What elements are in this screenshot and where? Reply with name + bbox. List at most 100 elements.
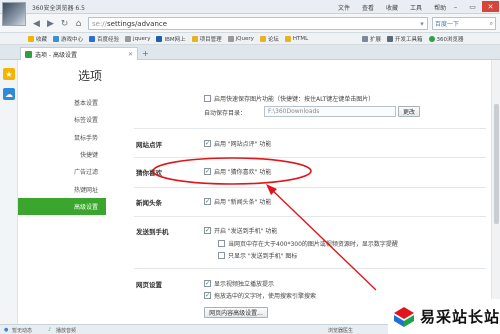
news-label: 启用 "新闻头条" 功能: [214, 199, 272, 206]
new-tab-icon[interactable]: +: [142, 49, 154, 58]
send-phone-sub2-checkbox[interactable]: [218, 252, 225, 259]
menu-help[interactable]: 帮助: [434, 3, 446, 12]
page-opt2-option[interactable]: ✓ 拖放选中的文字时，使用搜索引擎搜索: [204, 291, 316, 300]
settings-tab-icon: [25, 50, 32, 58]
bookmark-item[interactable]: 论坛: [259, 35, 279, 43]
home-icon[interactable]: ⌂: [72, 17, 85, 30]
back-icon[interactable]: ◀: [30, 17, 43, 30]
nav-ad-filter[interactable]: 广告过滤: [18, 163, 106, 180]
watermark-text: 易采站长站: [420, 308, 500, 326]
forward-icon[interactable]: ▶: [44, 17, 57, 30]
section-page-settings: 网页设置: [136, 281, 162, 289]
menu-tools[interactable]: 工具: [410, 3, 422, 12]
watermark-logo-icon: [394, 306, 414, 327]
section-guess-like: 猜你喜欢: [136, 169, 162, 177]
save-dir-field[interactable]: F:\360Downloads: [264, 106, 396, 117]
browser-button[interactable]: 360浏览器: [428, 35, 464, 43]
url-prefix: se://: [92, 19, 108, 28]
page-opt2-checkbox[interactable]: ✓: [204, 292, 211, 299]
save-dir-label: 自动保存目录：: [204, 110, 247, 117]
side-panel: ★ ☁: [0, 60, 18, 324]
bookmark-item[interactable]: 收藏: [28, 35, 47, 43]
app-title: 360安全浏览器 6.5: [32, 5, 85, 12]
bookmark-item[interactable]: jquery: [125, 35, 150, 42]
news-checkbox[interactable]: ✓: [204, 198, 211, 205]
bookmark-item[interactable]: 项目管理: [191, 35, 222, 43]
page-opt1-checkbox[interactable]: ✓: [204, 280, 211, 287]
send-phone-sub2-option[interactable]: 只显示 "发送到手机" 图标: [218, 251, 297, 260]
url-input[interactable]: se://settings/advance ▾: [88, 17, 428, 30]
dropdown-icon[interactable]: ▾: [417, 20, 427, 28]
guess-like-label: 启用 "猜你喜欢" 功能: [214, 169, 272, 176]
site-review-option[interactable]: ✓ 启用 "网站点评" 功能: [204, 139, 271, 148]
scrollbar-thumb[interactable]: [494, 104, 499, 224]
bookmark-item[interactable]: jQuery: [227, 35, 254, 42]
menu-file[interactable]: 文件: [338, 3, 350, 12]
bookmark-item[interactable]: 游戏中心: [53, 35, 83, 43]
window-menu: 文件 查看 收藏 工具 帮助: [338, 3, 446, 12]
status-right[interactable]: 浏览器医生: [328, 327, 353, 334]
page-title: 选项: [78, 69, 103, 83]
minimize-icon[interactable]: –: [448, 1, 463, 12]
avatar[interactable]: [2, 2, 26, 26]
news-option[interactable]: ✓ 启用 "新闻头条" 功能: [204, 197, 271, 206]
refresh-icon[interactable]: ↻: [58, 17, 71, 30]
save-dir-row: 自动保存目录：: [204, 108, 246, 117]
bookmark-item[interactable]: HTML: [284, 35, 308, 42]
nav-advanced[interactable]: 高级设置: [18, 197, 106, 216]
maximize-icon[interactable]: ▭: [465, 1, 480, 12]
divider: [134, 128, 486, 129]
send-phone-sub1-option[interactable]: 当网页中存在大于400*300的图片或视频资源时，显示数字提醒: [218, 239, 398, 248]
menu-view[interactable]: 查看: [362, 3, 374, 12]
devtools-button[interactable]: 开发工具箱: [387, 35, 423, 43]
tab-close-icon[interactable]: ✕: [128, 51, 133, 58]
nav-tabs[interactable]: 标签设置: [18, 111, 106, 128]
divider: [134, 187, 486, 188]
send-phone-label: 开启 "发送到手机" 功能: [214, 228, 278, 235]
nav-mouse-gestures[interactable]: 鼠标手势: [18, 129, 106, 146]
window-controls: – ▭ ✕: [448, 0, 499, 13]
scrollbar[interactable]: [491, 60, 500, 324]
guess-like-checkbox[interactable]: ✓: [204, 168, 211, 175]
bookmark-item[interactable]: 百度经验: [89, 35, 119, 43]
nav-basic[interactable]: 基本设置: [18, 94, 106, 111]
search-placeholder: 百度一下: [435, 21, 460, 28]
star-icon[interactable]: ★: [3, 68, 15, 80]
page-opt2-label: 拖放选中的文字时，使用搜索引擎搜索: [214, 293, 317, 300]
send-phone-option[interactable]: ✓ 开启 "发送到手机" 功能: [204, 226, 277, 235]
settings-content: 启用快速保存图片功能（快捷键：按住ALT键左键单击图片） 自动保存目录： F:\…: [116, 60, 494, 324]
search-input[interactable]: 百度一下 ⌕: [432, 17, 496, 30]
page-opt1-option[interactable]: ✓ 显示视频独立播放提示: [204, 279, 274, 288]
divider: [134, 216, 486, 217]
guess-like-option[interactable]: ✓ 启用 "猜你喜欢" 功能: [204, 167, 271, 176]
extensions-button[interactable]: 扩展: [362, 35, 381, 43]
send-phone-checkbox[interactable]: ✓: [204, 227, 211, 234]
divider: [134, 157, 486, 158]
address-bar: ◀ ▶ ↻ ⌂ se://settings/advance ▾ 百度一下 ⌕: [0, 14, 500, 33]
site-review-checkbox[interactable]: ✓: [204, 140, 211, 147]
quick-save-checkbox[interactable]: [204, 95, 211, 102]
site-review-label: 启用 "网站点评" 功能: [214, 141, 272, 148]
close-icon[interactable]: ✕: [482, 1, 499, 12]
page-advanced-button[interactable]: 网页内容高级设置...: [204, 307, 268, 318]
search-icon[interactable]: ⌕: [490, 20, 493, 28]
settings-nav: 基本设置 标签设置 鼠标手势 快捷键 广告过滤 热键网址 高级设置: [18, 94, 106, 216]
cloud-icon[interactable]: ☁: [3, 88, 15, 100]
tab-settings[interactable]: 选项 - 高级设置 ✕: [20, 47, 138, 60]
bookmark-item[interactable]: IBM网上: [156, 35, 186, 43]
status-left: 暂无动态: [12, 328, 33, 334]
nav-hotkey-urls[interactable]: 热键网址: [18, 180, 106, 197]
url-path: settings/advance: [107, 19, 168, 28]
menu-favorites[interactable]: 收藏: [386, 3, 398, 12]
title-bar: 360安全浏览器 6.5 文件 查看 收藏 工具 帮助 – ▭ ✕: [0, 0, 500, 14]
tab-bar: 选项 - 高级设置 ✕ +: [0, 45, 500, 60]
status-media[interactable]: 播放音频: [56, 327, 76, 334]
quick-save-option[interactable]: 启用快速保存图片功能（快捷键：按住ALT键左键单击图片）: [204, 94, 374, 103]
toolbar-right: 扩展 开发工具箱 360浏览器: [362, 33, 464, 45]
nav-shortcuts[interactable]: 快捷键: [18, 146, 106, 163]
send-phone-sub1-checkbox[interactable]: [218, 240, 225, 247]
change-dir-button[interactable]: 更改: [398, 106, 420, 117]
status-dot-icon: ●: [4, 327, 9, 333]
watermark: 易采站长站: [388, 299, 500, 334]
page-opt1-label: 显示视频独立播放提示: [214, 281, 275, 288]
